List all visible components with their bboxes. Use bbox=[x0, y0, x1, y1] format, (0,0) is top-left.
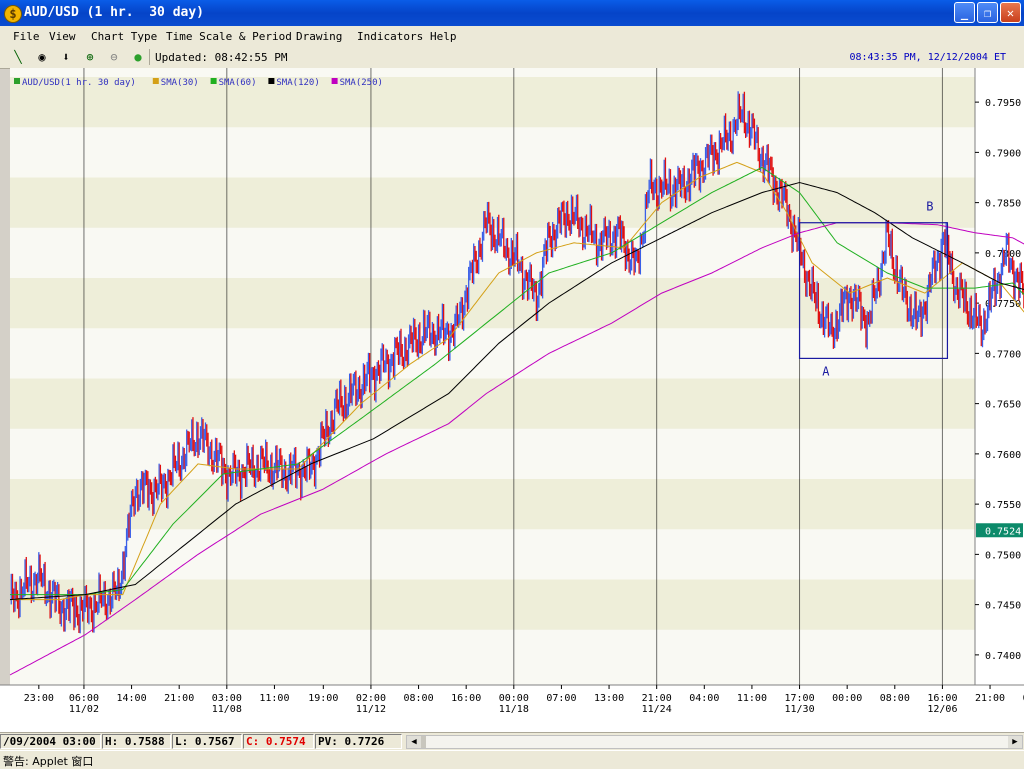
x-tick-label: 00:00 bbox=[832, 693, 862, 704]
refresh-icon[interactable]: ● bbox=[130, 49, 146, 65]
menu-indicators[interactable]: Indicators bbox=[357, 30, 423, 43]
x-tick-label: 14:00 bbox=[117, 693, 147, 704]
x-tick-label: 08:00 bbox=[880, 693, 910, 704]
legend-swatch bbox=[210, 78, 217, 84]
menu-bar: File View Chart Type Time Scale & Period… bbox=[0, 26, 1024, 46]
scroll-left-icon[interactable]: ◀ bbox=[407, 736, 421, 748]
status-close: C: 0.7574 bbox=[243, 734, 314, 749]
y-tick-label: 0.7650 bbox=[985, 400, 1021, 411]
x-tick-label: 21:00 bbox=[642, 693, 672, 704]
applet-warning-bar: 警告: Applet 窗口 bbox=[0, 750, 1024, 769]
crosshair-tool-icon[interactable]: ◉ bbox=[34, 49, 50, 65]
legend-item: AUD/USD(1 hr. 30 day) bbox=[22, 78, 136, 88]
legend-item: SMA(60) bbox=[219, 78, 257, 88]
annotation-label-a: A bbox=[822, 364, 830, 378]
legend-swatch bbox=[331, 78, 338, 84]
zoom-in-icon[interactable]: ⊕ bbox=[82, 49, 98, 65]
x-tick-label: 04:00 bbox=[689, 693, 719, 704]
legend-swatch bbox=[152, 78, 159, 84]
y-tick-label: 0.7850 bbox=[985, 199, 1021, 210]
horizontal-scrollbar[interactable]: ◀ ▶ bbox=[406, 735, 1023, 749]
y-tick-label: 0.7900 bbox=[985, 148, 1021, 159]
updated-time: Updated: 08:42:55 PM bbox=[155, 51, 288, 64]
y-tick-label: 0.7600 bbox=[985, 450, 1021, 461]
x-date-label: 11/08 bbox=[212, 704, 242, 715]
dollar-app-icon: $ bbox=[4, 5, 22, 23]
legend-item: SMA(250) bbox=[340, 78, 383, 88]
x-tick-label: 16:00 bbox=[927, 693, 957, 704]
x-date-label: 12/06 bbox=[927, 704, 957, 715]
y-tick-label: 0.7700 bbox=[985, 349, 1021, 360]
legend-swatch bbox=[268, 78, 275, 84]
status-pv: PV: 0.7726 bbox=[315, 734, 402, 749]
legend-item: SMA(120) bbox=[276, 78, 319, 88]
x-tick-label: 21:00 bbox=[975, 693, 1005, 704]
trendline-tool-icon[interactable]: ╲ bbox=[10, 49, 26, 65]
x-tick-label: 11:00 bbox=[259, 693, 289, 704]
applet-warning-text: 警告: Applet 窗口 bbox=[3, 755, 94, 768]
last-price-label: 0.7524 bbox=[985, 526, 1021, 537]
status-date: /09/2004 03:00 bbox=[0, 734, 101, 749]
x-tick-label: 17:00 bbox=[784, 693, 814, 704]
status-high: H: 0.7588 bbox=[102, 734, 171, 749]
maximize-button[interactable]: ❐ bbox=[977, 2, 998, 23]
x-tick-label: 16:00 bbox=[451, 693, 481, 704]
x-tick-label: 03:00 bbox=[212, 693, 242, 704]
toolbar-separator bbox=[149, 49, 150, 65]
y-tick-label: 0.7400 bbox=[985, 651, 1021, 662]
toolbar: ╲ ◉ ⬇ ⊕ ⊖ ● Updated: 08:42:55 PM 08:43:3… bbox=[0, 46, 1024, 69]
status-low: L: 0.7567 bbox=[172, 734, 242, 749]
menu-help[interactable]: Help bbox=[430, 30, 457, 43]
x-tick-label: 06:00 bbox=[69, 693, 99, 704]
legend-swatch bbox=[14, 78, 20, 84]
x-tick-label: 21:00 bbox=[164, 693, 194, 704]
menu-file[interactable]: File bbox=[13, 30, 40, 43]
x-tick-label: 11:00 bbox=[737, 693, 767, 704]
chart-area[interactable]: 0.79500.79000.78500.78000.77500.77000.76… bbox=[0, 68, 1024, 732]
grid-band bbox=[10, 378, 975, 429]
annotation-label-b: B bbox=[926, 200, 933, 214]
legend-item: SMA(30) bbox=[161, 78, 199, 88]
scroll-right-icon[interactable]: ▶ bbox=[1008, 736, 1022, 748]
y-axis-background bbox=[975, 68, 1024, 685]
menu-chart-type[interactable]: Chart Type bbox=[91, 30, 157, 43]
x-date-label: 11/12 bbox=[356, 704, 386, 715]
window-title: AUD/USD (1 hr. 30 day) bbox=[24, 5, 205, 20]
close-button[interactable]: ✕ bbox=[1000, 2, 1021, 23]
arrow-down-tool-icon[interactable]: ⬇ bbox=[58, 49, 74, 65]
x-tick-label: 13:00 bbox=[594, 693, 624, 704]
y-tick-label: 0.7450 bbox=[985, 601, 1021, 612]
minimize-button[interactable]: _ bbox=[954, 2, 975, 23]
menu-view[interactable]: View bbox=[49, 30, 76, 43]
status-bar: /09/2004 03:00 H: 0.7588 L: 0.7567 C: 0.… bbox=[0, 732, 1024, 751]
x-date-label: 11/30 bbox=[784, 704, 814, 715]
y-tick-label: 0.7500 bbox=[985, 550, 1021, 561]
menu-time-scale-period[interactable]: Time Scale & Period bbox=[166, 30, 292, 43]
scroll-thumb[interactable] bbox=[421, 736, 426, 748]
x-date-label: 11/24 bbox=[642, 704, 672, 715]
price-chart[interactable]: 0.79500.79000.78500.78000.77500.77000.76… bbox=[0, 68, 1024, 732]
grid-band bbox=[10, 579, 975, 630]
clock-readout: 08:43:35 PM, 12/12/2004 ET bbox=[849, 52, 1006, 63]
x-tick-label: 00:00 bbox=[499, 693, 529, 704]
x-tick-label: 23:00 bbox=[24, 693, 54, 704]
grid-band bbox=[10, 77, 975, 128]
x-date-label: 11/18 bbox=[499, 704, 529, 715]
x-date-label: 11/02 bbox=[69, 704, 99, 715]
title-bar: $ AUD/USD (1 hr. 30 day) _ ❐ ✕ bbox=[0, 0, 1024, 26]
x-tick-label: 02:00 bbox=[356, 693, 386, 704]
zoom-out-icon[interactable]: ⊖ bbox=[106, 49, 122, 65]
y-tick-label: 0.7950 bbox=[985, 98, 1021, 109]
x-tick-label: 19:00 bbox=[308, 693, 338, 704]
x-tick-label: 07:00 bbox=[546, 693, 576, 704]
menu-drawing[interactable]: Drawing bbox=[296, 30, 342, 43]
y-tick-label: 0.7550 bbox=[985, 500, 1021, 511]
x-tick-label: 08:00 bbox=[404, 693, 434, 704]
